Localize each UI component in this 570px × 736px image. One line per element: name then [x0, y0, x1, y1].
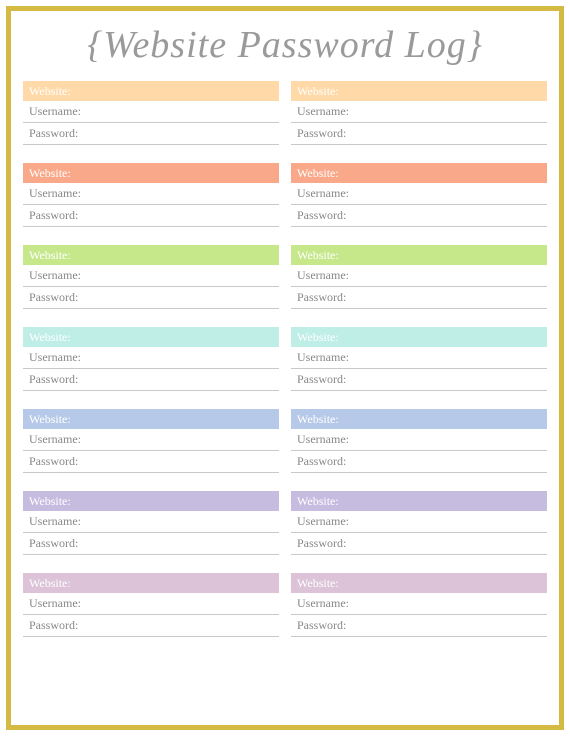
entry-card: Website: Username: Password: [291, 491, 547, 555]
password-field[interactable]: Password: [23, 123, 279, 145]
username-field[interactable]: Username: [23, 347, 279, 369]
website-header: Website: [23, 245, 279, 265]
entry-card: Website: Username: Password: [291, 327, 547, 391]
username-field[interactable]: Username: [291, 511, 547, 533]
password-field[interactable]: Password: [23, 533, 279, 555]
password-field[interactable]: Password: [23, 615, 279, 637]
website-header: Website: [23, 491, 279, 511]
entry-row: Website: Username: Password: Website: Us… [23, 409, 547, 473]
page-border: {Website Password Log} Website: Username… [6, 6, 564, 730]
website-header: Website: [291, 81, 547, 101]
entry-card: Website: Username: Password: [291, 245, 547, 309]
website-header: Website: [291, 245, 547, 265]
website-header: Website: [23, 327, 279, 347]
website-header: Website: [291, 163, 547, 183]
entry-card: Website: Username: Password: [23, 409, 279, 473]
entry-row: Website: Username: Password: Website: Us… [23, 163, 547, 227]
entry-card: Website: Username: Password: [23, 163, 279, 227]
password-field[interactable]: Password: [291, 533, 547, 555]
password-field[interactable]: Password: [23, 369, 279, 391]
entries-grid: Website: Username: Password: Website: Us… [23, 81, 547, 637]
entry-card: Website: Username: Password: [291, 573, 547, 637]
entry-row: Website: Username: Password: Website: Us… [23, 573, 547, 637]
entry-card: Website: Username: Password: [23, 245, 279, 309]
password-field[interactable]: Password: [23, 451, 279, 473]
entry-row: Website: Username: Password: Website: Us… [23, 81, 547, 145]
username-field[interactable]: Username: [291, 593, 547, 615]
username-field[interactable]: Username: [291, 183, 547, 205]
password-field[interactable]: Password: [291, 369, 547, 391]
password-field[interactable]: Password: [291, 615, 547, 637]
website-header: Website: [291, 491, 547, 511]
website-header: Website: [291, 573, 547, 593]
entry-card: Website: Username: Password: [23, 327, 279, 391]
username-field[interactable]: Username: [23, 593, 279, 615]
entry-card: Website: Username: Password: [291, 409, 547, 473]
website-header: Website: [23, 163, 279, 183]
website-header: Website: [23, 573, 279, 593]
password-field[interactable]: Password: [291, 287, 547, 309]
website-header: Website: [291, 327, 547, 347]
password-field[interactable]: Password: [291, 205, 547, 227]
entry-card: Website: Username: Password: [291, 163, 547, 227]
password-field[interactable]: Password: [291, 123, 547, 145]
entry-card: Website: Username: Password: [23, 491, 279, 555]
password-field[interactable]: Password: [23, 205, 279, 227]
password-field[interactable]: Password: [23, 287, 279, 309]
entry-card: Website: Username: Password: [291, 81, 547, 145]
entry-row: Website: Username: Password: Website: Us… [23, 245, 547, 309]
username-field[interactable]: Username: [23, 265, 279, 287]
username-field[interactable]: Username: [291, 101, 547, 123]
username-field[interactable]: Username: [23, 101, 279, 123]
entry-card: Website: Username: Password: [23, 81, 279, 145]
username-field[interactable]: Username: [23, 183, 279, 205]
website-header: Website: [23, 409, 279, 429]
website-header: Website: [23, 81, 279, 101]
username-field[interactable]: Username: [291, 347, 547, 369]
entry-card: Website: Username: Password: [23, 573, 279, 637]
page-title: {Website Password Log} [23, 23, 547, 67]
username-field[interactable]: Username: [23, 511, 279, 533]
username-field[interactable]: Username: [291, 429, 547, 451]
website-header: Website: [291, 409, 547, 429]
password-field[interactable]: Password: [291, 451, 547, 473]
entry-row: Website: Username: Password: Website: Us… [23, 491, 547, 555]
entry-row: Website: Username: Password: Website: Us… [23, 327, 547, 391]
username-field[interactable]: Username: [291, 265, 547, 287]
username-field[interactable]: Username: [23, 429, 279, 451]
